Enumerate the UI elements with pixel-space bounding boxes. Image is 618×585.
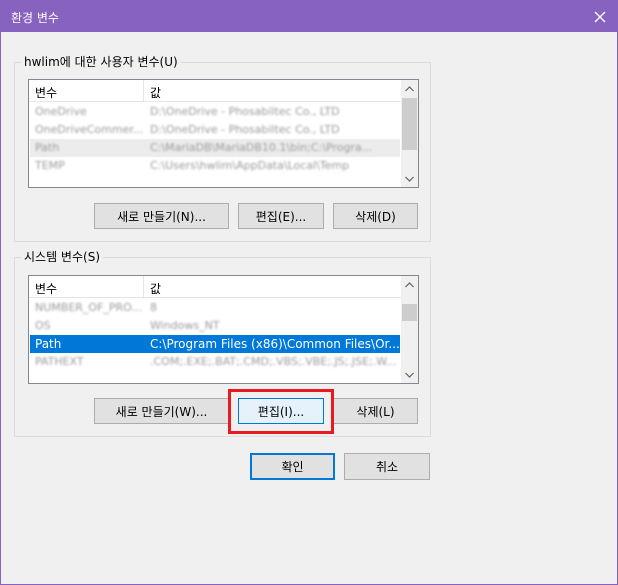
variable-name: OS: [35, 319, 51, 332]
variable-name: OneDrive: [35, 105, 87, 118]
title-bar[interactable]: 환경 변수: [1, 1, 617, 32]
chevron-up-icon: [405, 85, 414, 91]
variable-value: .COM;.EXE;.BAT;.CMD;.VBS;.VBE;.JS;.JSE;.…: [150, 355, 397, 368]
column-header-value[interactable]: 값: [150, 280, 161, 297]
chevron-down-icon: [405, 372, 414, 378]
environment-variables-dialog: 환경 변수 hwlim에 대한 사용자 변수(U) 변수 값 OneDrive …: [0, 0, 618, 585]
scroll-up-button[interactable]: [401, 80, 418, 97]
list-item-selected[interactable]: Path C:\Program Files (x86)\Common Files…: [30, 335, 400, 353]
column-header-value[interactable]: 값: [150, 84, 161, 101]
variable-value: D:\OneDrive - Phosabiltec Co., LTD: [150, 105, 340, 118]
list-item[interactable]: OneDrive D:\OneDrive - Phosabiltec Co., …: [30, 103, 400, 121]
variable-name: Path: [35, 141, 60, 154]
window-title: 환경 변수: [11, 11, 59, 25]
column-header-variable[interactable]: 변수: [35, 280, 57, 297]
user-delete-button[interactable]: 삭제(D): [333, 203, 418, 229]
vertical-scrollbar[interactable]: [401, 80, 418, 187]
list-item[interactable]: OS Windows_NT: [30, 317, 400, 335]
scroll-up-button[interactable]: [401, 276, 418, 293]
variable-value: D:\OneDrive - Phosabiltec Co., LTD: [150, 123, 340, 136]
variable-name: PATHEXT: [35, 355, 84, 368]
scroll-down-button[interactable]: [401, 366, 418, 383]
user-new-button[interactable]: 새로 만들기(N)...: [94, 203, 229, 229]
close-button[interactable]: [583, 1, 617, 32]
list-item[interactable]: PATHEXT .COM;.EXE;.BAT;.CMD;.VBS;.VBE;.J…: [30, 353, 400, 371]
system-delete-button[interactable]: 삭제(L): [333, 398, 418, 424]
cancel-button[interactable]: 취소: [344, 453, 430, 480]
close-icon: [594, 11, 606, 22]
list-item[interactable]: TEMP C:\Users\hwlim\AppData\Local\Temp: [30, 157, 400, 175]
scroll-thumb[interactable]: [402, 304, 417, 321]
column-header-variable[interactable]: 변수: [35, 84, 57, 101]
variable-value: C:\Program Files (x86)\Common Files\Or..…: [150, 337, 400, 351]
list-item[interactable]: NUMBER_OF_PRO... 8: [30, 299, 400, 317]
variable-name: OneDriveCommer...: [35, 123, 143, 136]
variable-value: C:\Users\hwlim\AppData\Local\Temp: [150, 159, 350, 172]
scroll-down-button[interactable]: [401, 170, 418, 187]
variable-name: Path: [35, 337, 62, 351]
list-header: 변수 값: [29, 80, 401, 102]
list-item[interactable]: OneDriveCommer... D:\OneDrive - Phosabil…: [30, 121, 400, 139]
highlight-annotation: [228, 389, 334, 434]
user-variables-list[interactable]: 변수 값 OneDrive D:\OneDrive - Phosabiltec …: [28, 79, 419, 188]
list-header: 변수 값: [29, 276, 401, 298]
chevron-down-icon: [405, 176, 414, 182]
chevron-up-icon: [405, 281, 414, 287]
variable-name: TEMP: [35, 159, 65, 172]
system-variables-group-title: 시스템 변수(S): [21, 249, 103, 265]
ok-button[interactable]: 확인: [250, 453, 335, 480]
variable-name: NUMBER_OF_PRO...: [35, 301, 142, 314]
system-new-button[interactable]: 새로 만들기(W)...: [94, 398, 229, 424]
system-variables-list[interactable]: 변수 값 NUMBER_OF_PRO... 8 OS Windows_NT Pa…: [28, 275, 419, 384]
scroll-thumb[interactable]: [402, 98, 417, 150]
variable-value: Windows_NT: [150, 319, 220, 332]
vertical-scrollbar[interactable]: [401, 276, 418, 383]
variable-value: C:\MariaDB\MariaDB10.1\bin;C:\Progra...: [150, 141, 373, 154]
user-variables-group-title: hwlim에 대한 사용자 변수(U): [21, 54, 181, 70]
variable-value: 8: [150, 301, 157, 314]
list-item[interactable]: Path C:\MariaDB\MariaDB10.1\bin;C:\Progr…: [30, 139, 400, 157]
user-edit-button[interactable]: 편집(E)...: [238, 203, 324, 229]
